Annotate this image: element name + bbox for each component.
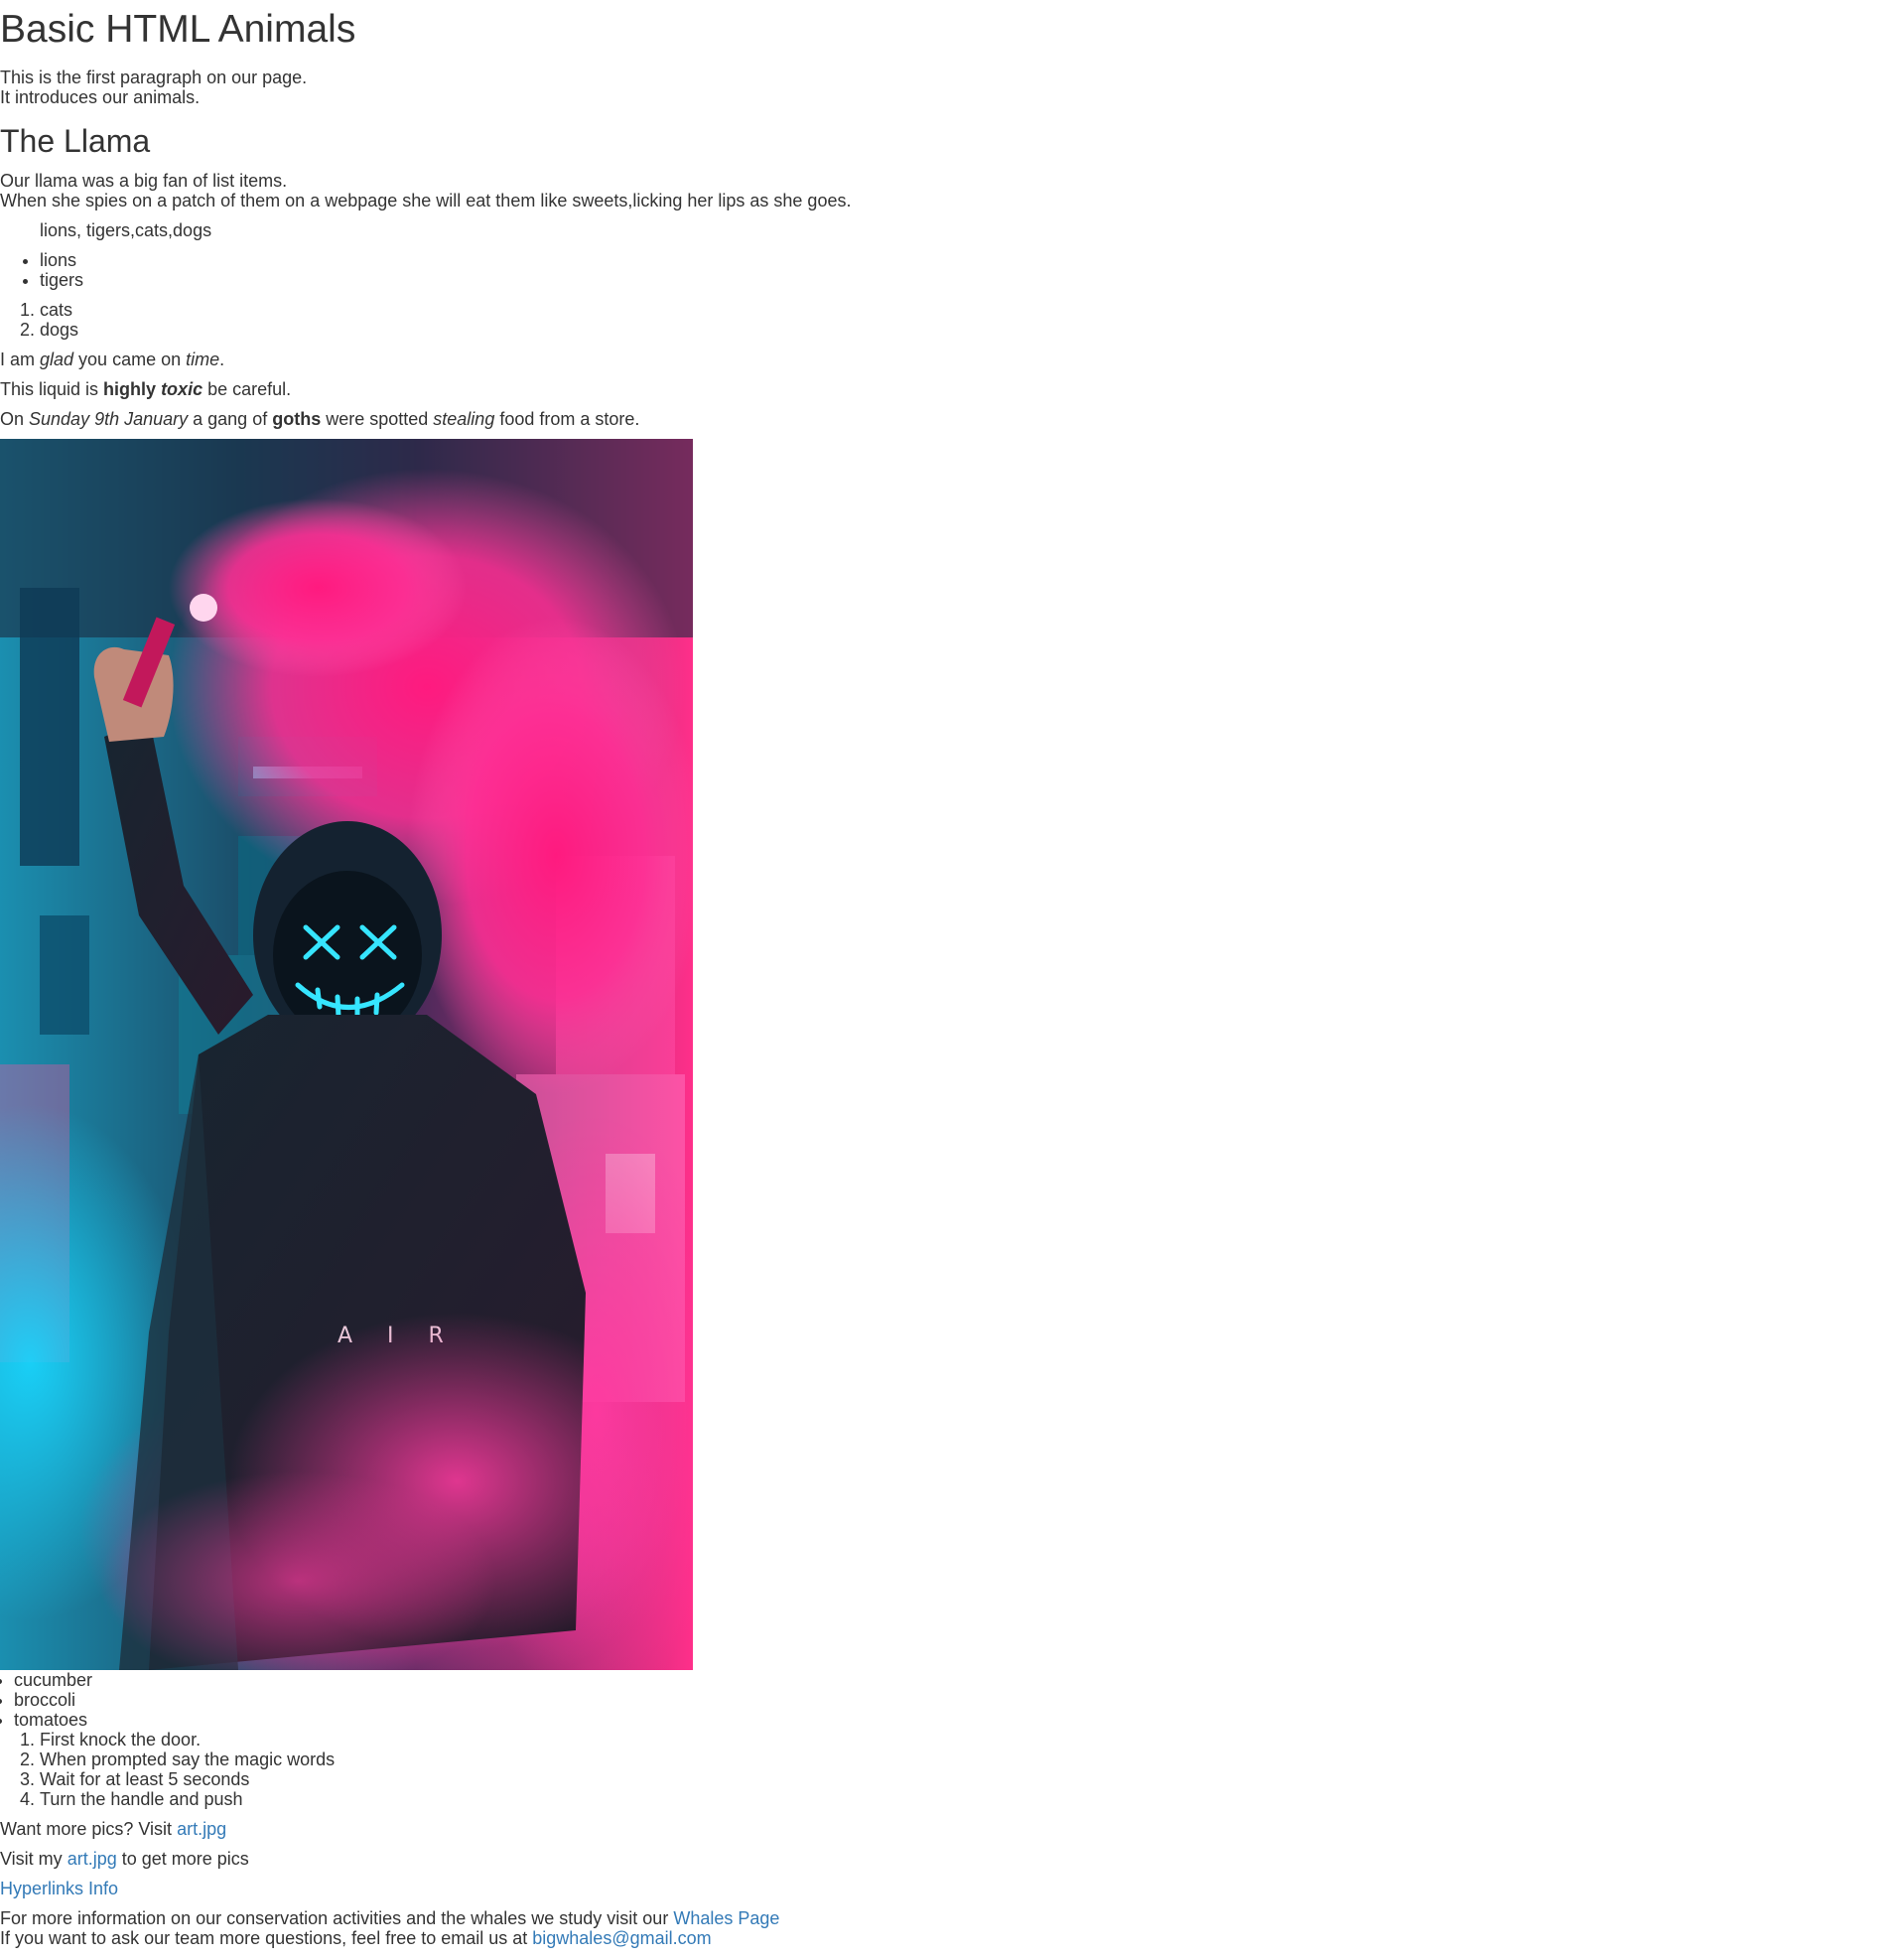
text-segment: you came on xyxy=(73,350,187,369)
text-segment: to get more pics xyxy=(116,1849,249,1869)
text-segment: food from a store. xyxy=(494,409,640,429)
neon-photo-art: A I R xyxy=(0,439,693,1670)
list-item: lions xyxy=(40,250,1894,270)
llama-line-1: Our llama was a big fan of list items. xyxy=(0,171,288,191)
llama-paragraph: Our llama was a big fan of list items. W… xyxy=(0,171,1894,210)
strong-highly: highly xyxy=(103,379,157,399)
glad-paragraph: I am glad you came on time. xyxy=(0,350,1894,369)
vegetable-list: cucumber broccoli tomatoes xyxy=(0,1670,1894,1730)
emphasis-stealing: stealing xyxy=(433,409,495,429)
intro-paragraph: This is the first paragraph on our page.… xyxy=(0,68,1894,107)
conservation-paragraph: For more information on our conservation… xyxy=(0,1908,1894,1948)
llama-heading: The Llama xyxy=(0,123,151,159)
strong-emphasis-toxic: toxic xyxy=(161,379,203,399)
list-item: cucumber xyxy=(14,1670,1894,1690)
emphasis-glad: glad xyxy=(40,350,74,369)
text-segment: If you want to ask our team more questio… xyxy=(0,1928,533,1948)
text-segment: This liquid is xyxy=(0,379,104,399)
list-item: tigers xyxy=(40,270,1894,290)
art-jpg-link[interactable]: art.jpg xyxy=(177,1819,226,1839)
more-pics-paragraph: Want more pics? Visit art.jpg xyxy=(0,1819,1894,1839)
email-link[interactable]: bigwhales@gmail.com xyxy=(532,1928,711,1948)
text-segment: For more information on our conservation… xyxy=(0,1908,674,1928)
intro-line-2: It introduces our animals. xyxy=(0,87,201,107)
goths-paragraph: On Sunday 9th January a gang of goths we… xyxy=(0,409,1894,429)
text-segment: I am xyxy=(0,350,41,369)
page-title: Basic HTML Animals xyxy=(0,8,356,51)
animals-blockquote: lions, tigers,cats,dogs xyxy=(40,220,212,240)
text-segment: Want more pics? Visit xyxy=(0,1819,178,1839)
list-item: broccoli xyxy=(14,1690,1894,1710)
visit-my-paragraph: Visit my art.jpg to get more pics xyxy=(0,1849,1894,1869)
text-segment: be careful. xyxy=(203,379,292,399)
list-item: Turn the handle and push xyxy=(40,1789,1894,1809)
list-item: tomatoes xyxy=(14,1710,1894,1730)
list-item: When prompted say the magic words xyxy=(40,1750,1894,1769)
neon-hooded-figure-image: A I R xyxy=(0,439,693,1670)
text-segment: Visit my xyxy=(0,1849,68,1869)
list-item: Wait for at least 5 seconds xyxy=(40,1769,1894,1789)
hyperlinks-info-link[interactable]: Hyperlinks Info xyxy=(0,1879,118,1898)
art-jpg-link-2[interactable]: art.jpg xyxy=(68,1849,117,1869)
text-segment: were spotted xyxy=(321,409,434,429)
llama-line-2: When she spies on a patch of them on a w… xyxy=(0,191,852,210)
animals-numbered-list: cats dogs xyxy=(0,300,1894,340)
hyperlinks-paragraph: Hyperlinks Info xyxy=(0,1879,1894,1898)
door-steps-list: First knock the door. When prompted say … xyxy=(0,1730,1894,1809)
emphasis-time: time xyxy=(186,350,220,369)
list-item: First knock the door. xyxy=(40,1730,1894,1750)
intro-line-1: This is the first paragraph on our page. xyxy=(0,68,308,87)
text-segment: On xyxy=(0,409,30,429)
toxic-paragraph: This liquid is highly toxic be careful. xyxy=(0,379,1894,399)
animals-bullet-list: lions tigers xyxy=(0,250,1894,290)
whales-page-link[interactable]: Whales Page xyxy=(673,1908,779,1928)
text-segment: . xyxy=(219,350,225,369)
text-segment: a gang of xyxy=(188,409,273,429)
strong-goths: goths xyxy=(272,409,322,429)
list-item: cats xyxy=(40,300,1894,320)
list-item: dogs xyxy=(40,320,1894,340)
emphasis-date: Sunday 9th January xyxy=(29,409,189,429)
